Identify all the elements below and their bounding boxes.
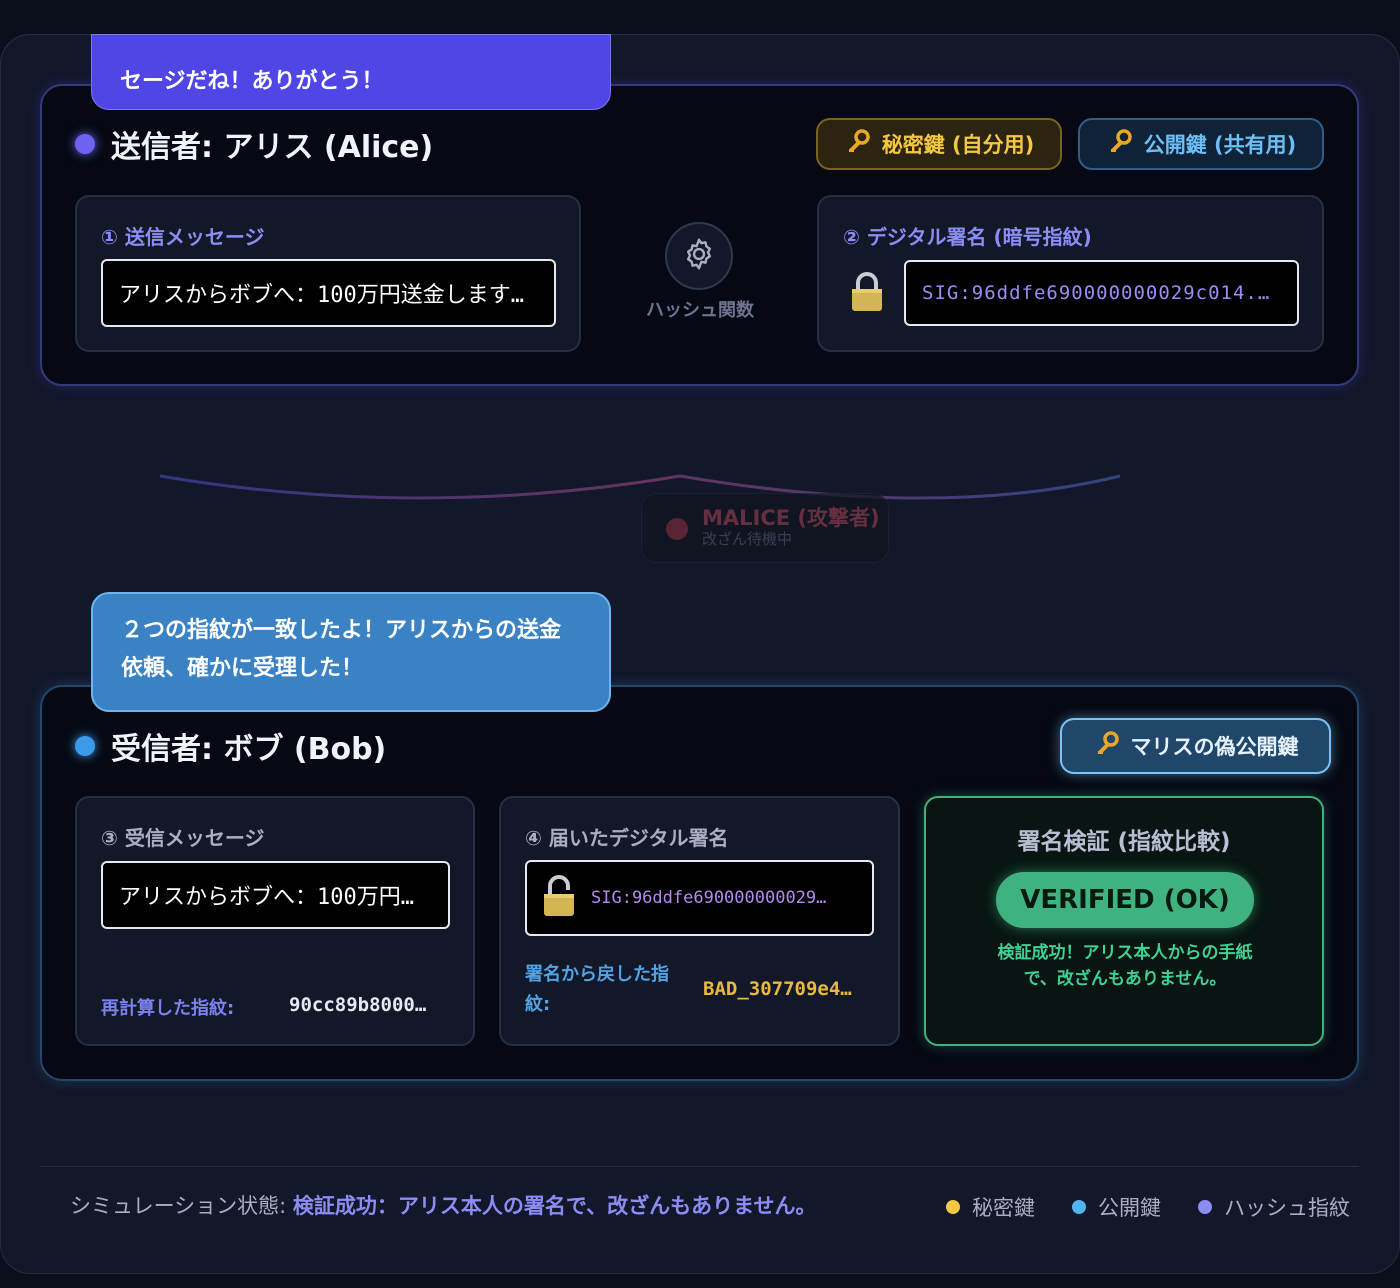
sender-message-card: ① 送信メッセージ アリスからボブへ：100万円送金します… [75,195,581,352]
status-value: 検証成功：アリス本人の署名で、改ざんもありません。 [292,1194,817,1218]
legend-label: 秘密鍵 [972,1196,1035,1220]
hash-function-button[interactable] [665,222,733,290]
receiver-title-text: 受信者: ボブ (Bob) [111,732,387,767]
legend-dot [946,1200,960,1214]
simulation-status: シミュレーション状態: 検証成功：アリス本人の署名で、改ざんもありません。 [70,1190,816,1220]
legend-label: 公開鍵 [1098,1196,1161,1220]
receiver-indicator-dot [75,736,95,756]
malice-attacker-node[interactable]: MALICE (攻撃者) 改ざん待機中 [641,493,889,563]
restored-fingerprint-value: BAD_307709e4… [703,978,852,1000]
public-key-button[interactable]: 公開鍵 (共有用) [1078,118,1324,170]
secret-key-label: 秘密鍵 (自分用) [881,133,1035,157]
receiver-message-label: ③ 受信メッセージ [101,826,265,850]
receiver-bubble-text: ２つの指紋が一致したよ！アリスからの送金依頼、確かに受理した！ [121,618,562,681]
legend-item-hash-fingerprint: ハッシュ指紋 [1198,1192,1350,1222]
sender-message-label: ① 送信メッセージ [101,225,265,249]
verification-title: 署名検証 (指紋比較) [1017,829,1231,855]
sender-message-input[interactable]: アリスからボブへ：100万円送金します… [101,259,556,327]
sender-indicator-dot [75,134,95,154]
public-key-label: 公開鍵 (共有用) [1143,133,1297,157]
legend-label: ハッシュ指紋 [1224,1196,1350,1220]
receiver-title: 受信者: ボブ (Bob) [75,724,386,768]
sender-speech-bubble: セージだね！ありがとう！ [91,34,611,110]
fake-public-key-label: マリスの偽公開鍵 [1130,735,1299,759]
verification-message: 検証成功！アリス本人からの手紙で、改ざんもありません。 [997,943,1253,989]
sender-signature-field[interactable]: SIG:96ddfe690000000029c014... [904,260,1299,326]
footer-divider [40,1166,1359,1167]
receiver-signature-label: ④ 届いたデジタル署名 [525,826,729,850]
sender-title-text: 送信者: アリス (Alice) [111,130,434,165]
key-icon [1106,128,1134,161]
signature-verification-card: 署名検証 (指紋比較) VERIFIED (OK) 検証成功！アリス本人からの手… [924,796,1324,1046]
sender-signature-card: ② デジタル署名 (暗号指紋) SIG:96ddfe690000000029c0… [817,195,1324,352]
malice-indicator-dot [666,518,688,540]
legend-dot [1072,1200,1086,1214]
hash-function-label: ハッシュ関数 [646,300,754,321]
lock-icon [541,874,577,922]
sender-signature-label: ② デジタル署名 (暗号指紋) [843,225,1092,249]
receiver-speech-bubble: ２つの指紋が一致したよ！アリスからの送金依頼、確かに受理した！ [91,592,611,712]
lock-icon [849,271,885,317]
sender-signature-value: SIG:96ddfe690000000029c014... [922,282,1281,304]
sender-bubble-text: セージだね！ありがとう！ [120,69,384,94]
receiver-signature-field[interactable]: SIG:96ddfe690000000029… [525,860,874,936]
sender-title: 送信者: アリス (Alice) [75,122,433,166]
receiver-signature-card: ④ 届いたデジタル署名 SIG:96ddfe690000000029… 署名から… [499,796,900,1046]
recalc-fingerprint-value: 90cc89b8000… [289,994,427,1016]
malice-state: 改ざん待機中 [702,530,793,548]
gear-icon [681,236,717,276]
recalc-fingerprint-label: 再計算した指紋: [101,998,235,1019]
legend-item-public-key: 公開鍵 [1072,1192,1161,1222]
fake-public-key-button[interactable]: マリスの偽公開鍵 [1060,718,1331,774]
verification-status-badge: VERIFIED (OK) [996,872,1254,928]
receiver-message-input[interactable]: アリスからボブへ：100万円… [101,861,450,929]
status-label: シミュレーション状態: [70,1194,287,1218]
sender-message-value: アリスからボブへ：100万円送金します… [119,283,524,308]
key-icon [844,128,872,161]
legend-dot [1198,1200,1212,1214]
receiver-message-value: アリスからボブへ：100万円… [119,885,414,910]
receiver-signature-value: SIG:96ddfe690000000029… [591,888,827,908]
legend-item-secret-key: 秘密鍵 [946,1192,1035,1222]
secret-key-button[interactable]: 秘密鍵 (自分用) [816,118,1062,170]
receiver-message-card: ③ 受信メッセージ アリスからボブへ：100万円… 再計算した指紋: 90cc8… [75,796,475,1046]
restored-fingerprint-label: 署名から戻した指紋: [525,964,669,1015]
key-icon [1093,730,1121,763]
